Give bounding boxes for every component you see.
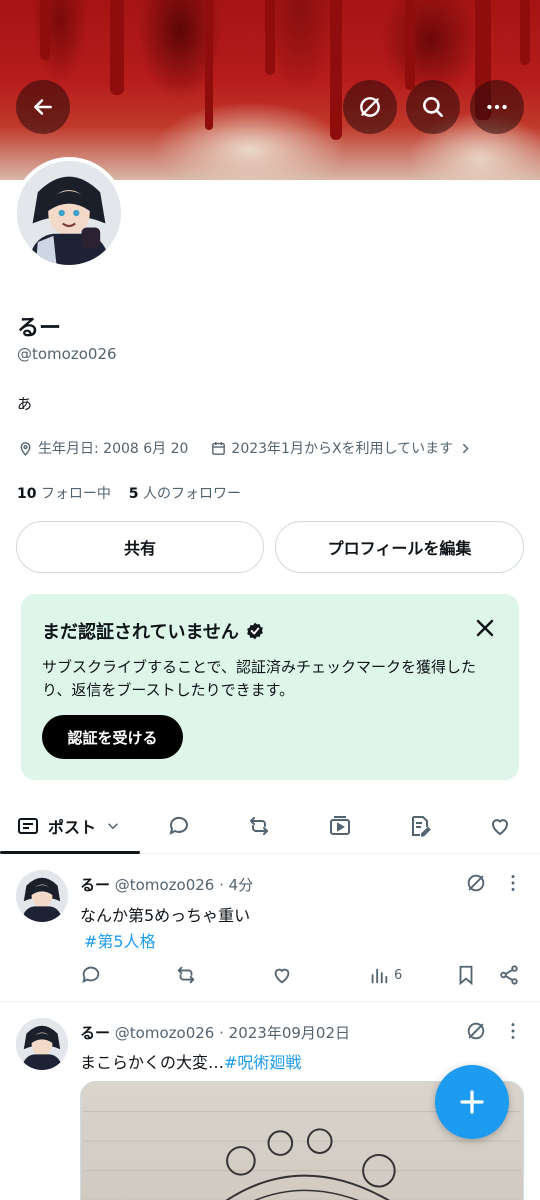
- banner-drip: [205, 0, 213, 130]
- more-button[interactable]: [470, 80, 524, 134]
- follow-stats: 10 フォロー中 5 人のフォロワー: [17, 483, 241, 503]
- repost-icon: [177, 966, 195, 984]
- post-hashtag[interactable]: #第5人格: [84, 928, 156, 952]
- following-label: フォロー中: [40, 486, 111, 502]
- search-button[interactable]: [406, 80, 460, 134]
- profile-banner[interactable]: [0, 0, 540, 180]
- post-separator: ·: [219, 1024, 224, 1042]
- share-icon: [500, 965, 518, 985]
- banner-drip: [40, 0, 50, 60]
- slash-circle-icon: [360, 97, 380, 117]
- post-author-name[interactable]: るー: [80, 1024, 110, 1042]
- tab-reposts[interactable]: [232, 800, 286, 852]
- post-avatar[interactable]: [16, 1018, 68, 1070]
- profile-handle: @tomozo026: [17, 345, 117, 363]
- views-button[interactable]: 6: [368, 964, 402, 986]
- verification-card: まだ認証されていません サブスクライブすることで、認証済みチェックマークを獲得し…: [21, 594, 519, 780]
- repost-button[interactable]: [175, 964, 197, 986]
- post-time: 2023年09月02日: [228, 1024, 351, 1042]
- views-count: 6: [394, 967, 403, 983]
- chevron-down-icon: [107, 823, 119, 830]
- plus-icon: [460, 1090, 484, 1114]
- followers-count: 5: [128, 486, 139, 502]
- bookmark-icon: [459, 965, 473, 986]
- tab-articles[interactable]: [393, 800, 447, 852]
- repost-icon: [250, 817, 268, 835]
- analytics-icon: [371, 968, 388, 984]
- post-separator: ·: [219, 876, 224, 894]
- more-vertical-icon[interactable]: [502, 1020, 524, 1042]
- profile-name: るー: [17, 316, 62, 341]
- post-text: まこらかくの大変…#呪術廻戦: [80, 1049, 301, 1073]
- post-item[interactable]: るー @tomozo026 · 4分 なんか第5めっちゃ重い #第5人格 6: [0, 855, 540, 1002]
- following-link[interactable]: 10 フォロー中: [17, 486, 111, 502]
- banner-drip: [405, 0, 415, 90]
- article-icon: [412, 816, 431, 837]
- verified-badge-icon: [247, 622, 263, 640]
- banner-drip: [265, 0, 275, 75]
- verification-description: サブスクライブすることで、認証済みチェックマークを獲得したり、返信をブーストした…: [42, 658, 476, 699]
- followers-link[interactable]: 5 人のフォロワー: [129, 486, 241, 502]
- tab-posts[interactable]: ポスト: [0, 800, 138, 852]
- post-avatar[interactable]: [16, 870, 68, 922]
- chevron-right-icon[interactable]: [457, 440, 474, 457]
- profile-tabs: ポスト: [0, 800, 540, 854]
- post-author-name[interactable]: るー: [80, 876, 110, 894]
- reply-icon: [82, 966, 100, 984]
- active-tab-indicator: [0, 851, 140, 854]
- reply-button[interactable]: [80, 964, 102, 986]
- heart-icon: [491, 819, 509, 836]
- location-pin-icon: [20, 441, 31, 456]
- post-header: るー @tomozo026 · 2023年09月02日: [80, 1022, 350, 1043]
- back-button[interactable]: [16, 80, 70, 134]
- profile-bio: あ: [17, 395, 33, 413]
- reply-icon: [169, 816, 188, 835]
- tab-replies[interactable]: [152, 800, 206, 852]
- post-hashtag[interactable]: #呪術廻戦: [224, 1053, 301, 1072]
- following-count: 10: [17, 486, 37, 502]
- followers-label: 人のフォロワー: [142, 486, 241, 502]
- banner-drip: [520, 0, 530, 65]
- compose-button[interactable]: [435, 1065, 509, 1139]
- post-time: 4分: [228, 876, 254, 894]
- post-actions: 6: [80, 964, 520, 988]
- banner-drip: [330, 0, 342, 140]
- tab-likes[interactable]: [473, 800, 527, 852]
- banner-drip: [110, 0, 124, 95]
- like-button[interactable]: [271, 964, 293, 986]
- video-icon: [330, 816, 350, 835]
- post-text-body: まこらかくの大変…: [80, 1053, 225, 1072]
- verification-title-text: まだ認証されていません: [42, 622, 239, 643]
- calendar-icon: [212, 441, 226, 455]
- get-verified-button[interactable]: 認証を受ける: [42, 715, 183, 759]
- tab-media[interactable]: [313, 800, 367, 852]
- more-vertical-icon[interactable]: [502, 872, 524, 894]
- grok-button[interactable]: [343, 80, 397, 134]
- slash-circle-icon[interactable]: [465, 872, 487, 894]
- share-post-button[interactable]: [498, 964, 520, 986]
- avatar-image: [17, 161, 121, 265]
- birthday-text: 生年月日: 2008 6月 20: [38, 441, 189, 457]
- joined-text: 2023年1月からXを利用しています: [231, 441, 454, 457]
- post-header: るー @tomozo026 · 4分: [80, 874, 253, 895]
- profile-meta: 生年月日: 2008 6月 20 2023年1月からXを利用しています: [17, 438, 474, 458]
- more-horizontal-icon: [487, 104, 507, 110]
- bookmark-button[interactable]: [455, 964, 477, 986]
- close-icon[interactable]: [473, 616, 497, 640]
- posts-icon: [17, 818, 38, 834]
- profile-avatar[interactable]: [13, 157, 125, 269]
- search-icon: [423, 97, 443, 117]
- share-button[interactable]: 共有: [16, 521, 264, 573]
- edit-profile-button[interactable]: プロフィールを編集: [275, 521, 524, 573]
- verification-title: まだ認証されていません: [42, 618, 265, 644]
- heart-icon: [274, 968, 290, 984]
- arrow-left-icon: [34, 99, 52, 115]
- post-text: なんか第5めっちゃ重い: [80, 906, 251, 925]
- tab-posts-label: ポスト: [47, 818, 96, 837]
- slash-circle-icon[interactable]: [465, 1020, 487, 1042]
- post-author-handle[interactable]: @tomozo026: [115, 1024, 215, 1042]
- post-author-handle[interactable]: @tomozo026: [115, 876, 215, 894]
